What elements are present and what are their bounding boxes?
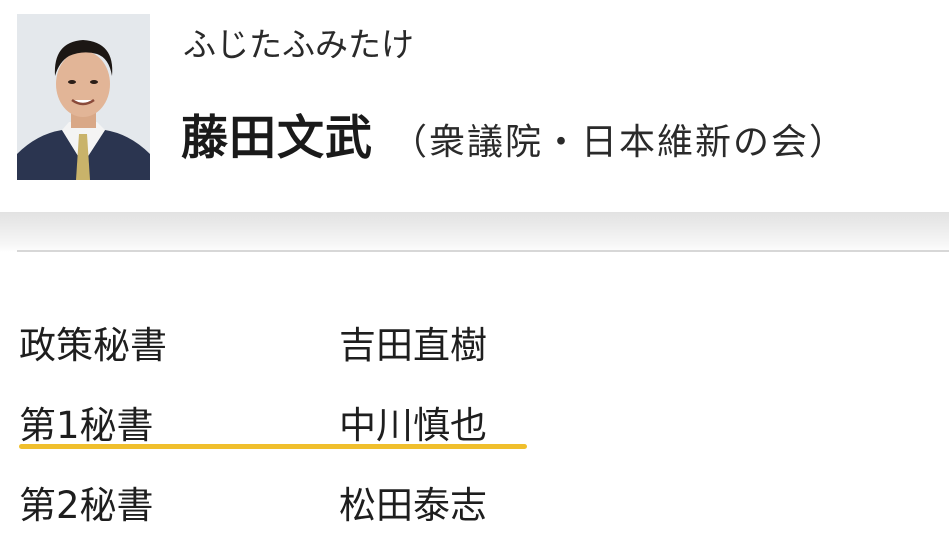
staff-name: 吉田直樹 (339, 324, 487, 367)
profile-header: ふじたふみたけ 藤田文武 （衆議院・日本維新の会） (0, 0, 949, 212)
section-divider (17, 250, 949, 252)
legislator-name: 藤田文武 (181, 111, 373, 166)
name-line: 藤田文武 （衆議院・日本維新の会） (181, 108, 847, 170)
affiliation: （衆議院・日本維新の会） (391, 122, 848, 163)
staff-name: 松田泰志 (339, 484, 487, 527)
highlight-underline (19, 444, 527, 449)
portrait-icon (17, 14, 150, 180)
portrait-photo (17, 14, 150, 180)
staff-role: 第2秘書 (19, 484, 154, 527)
header-shadow (0, 212, 949, 252)
legislator-staff-page: ふじたふみたけ 藤田文武 （衆議院・日本維新の会） 政策秘書 吉田直樹 第1秘書 … (0, 0, 949, 542)
name-kana: ふじたふみたけ (183, 25, 414, 64)
staff-row-policy-secretary: 政策秘書 吉田直樹 (0, 316, 949, 376)
staff-role: 政策秘書 (19, 324, 167, 367)
staff-row-second-secretary: 第2秘書 松田泰志 (0, 476, 949, 536)
